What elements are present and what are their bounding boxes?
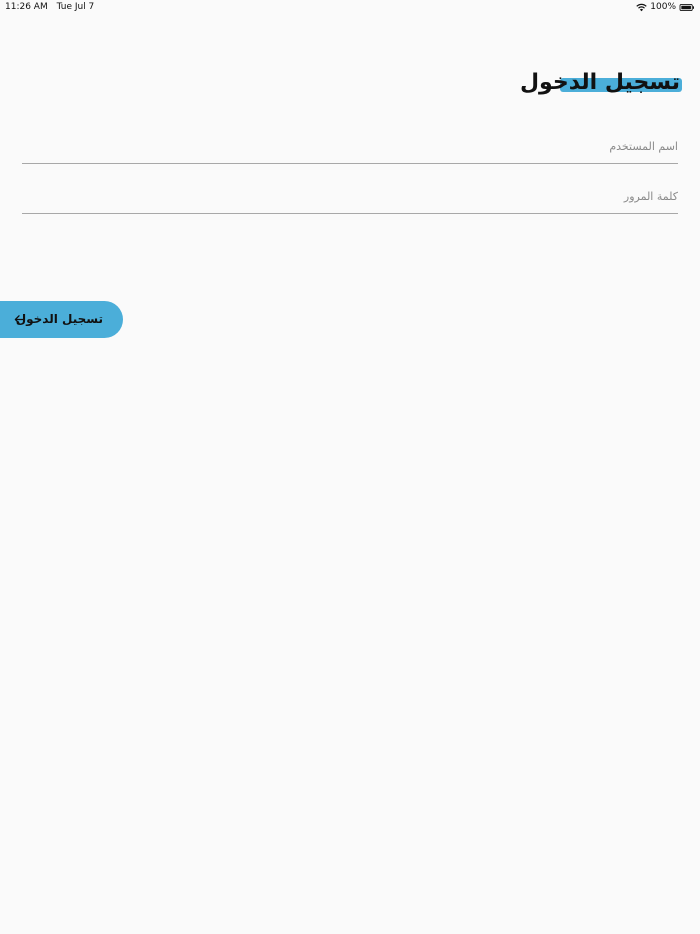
page-title: تسجيل الدخول xyxy=(519,70,680,95)
status-right: 100% xyxy=(636,0,695,14)
password-input[interactable] xyxy=(22,179,678,213)
password-field[interactable] xyxy=(22,179,678,214)
title-wrap: تسجيل الدخول xyxy=(519,70,682,95)
status-bar: 11:26 AM Tue Jul 7 100% xyxy=(0,0,700,14)
login-button[interactable]: تسجيل الدخول xyxy=(0,301,123,338)
username-field[interactable] xyxy=(22,129,678,164)
wifi-icon xyxy=(636,3,647,11)
status-left: 11:26 AM Tue Jul 7 xyxy=(5,0,94,14)
username-input[interactable] xyxy=(22,129,678,163)
battery-icon xyxy=(679,3,694,11)
login-button-label: تسجيل الدخول xyxy=(15,312,103,326)
status-date: Tue Jul 7 xyxy=(56,2,95,12)
status-time: 11:26 AM xyxy=(5,2,48,12)
battery-percent: 100% xyxy=(650,2,676,12)
